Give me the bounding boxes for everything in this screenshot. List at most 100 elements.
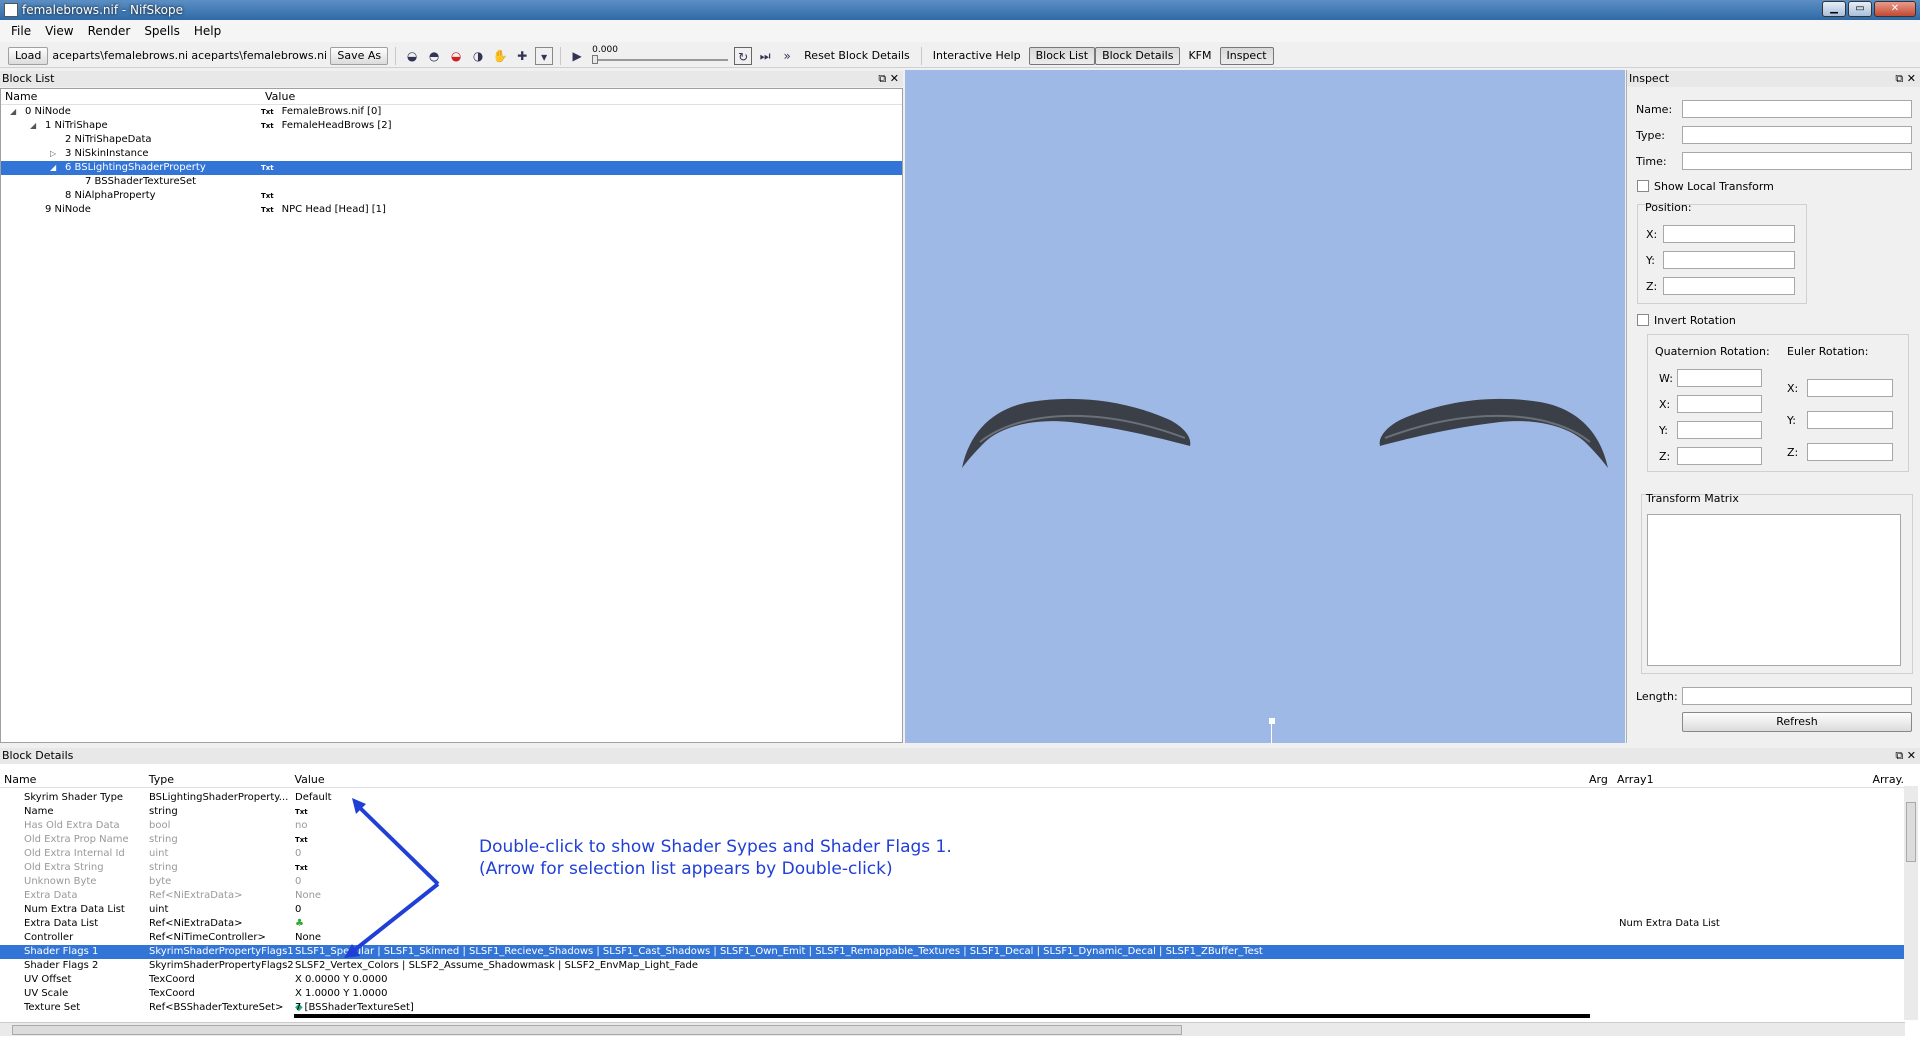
horizontal-scrollbar[interactable] <box>0 1022 1905 1036</box>
save-as-button[interactable]: Save As <box>330 46 389 65</box>
col-array[interactable]: Array. <box>1868 772 1904 787</box>
tree-row[interactable]: ◢ 1 NiTriShape Txt FemaleHeadBrows [2] <box>1 119 902 133</box>
float-icon[interactable]: ⧉ <box>878 72 886 85</box>
time-slider-thumb[interactable] <box>592 54 599 64</box>
tree-row-selected[interactable]: ◢ 6 BSLightingShaderProperty Txt <box>1 161 902 175</box>
close-button[interactable]: ✕ <box>1874 1 1916 17</box>
type-field[interactable] <box>1682 126 1912 144</box>
load-button[interactable]: Load <box>8 46 49 65</box>
quat-x-field[interactable] <box>1677 395 1762 413</box>
col-arg[interactable]: Arg <box>1585 772 1613 787</box>
save-path-field[interactable] <box>191 46 327 65</box>
col-array1[interactable]: Array1 <box>1613 772 1869 787</box>
detail-row[interactable]: Texture Set Ref<BSShaderTextureSet> ◆ 7 [B… <box>0 1001 1904 1015</box>
menu-spells[interactable]: Spells <box>137 24 187 38</box>
tree-row[interactable]: 9 NiNode Txt NPC Head [Head] [1] <box>1 203 902 217</box>
collapse-icon[interactable]: ◢ <box>10 105 16 119</box>
annotation-text: Double-click to show Shader Sypes and Sh… <box>479 836 952 880</box>
col-value[interactable]: Value <box>261 89 295 104</box>
transform-matrix-field[interactable] <box>1647 514 1901 666</box>
detail-row[interactable]: Name string Txt <box>0 805 1904 819</box>
quat-w-label: W: <box>1659 372 1673 385</box>
detail-row[interactable]: Controller Ref<NiTimeController> None <box>0 931 1904 945</box>
pos-z-field[interactable] <box>1663 277 1795 295</box>
detail-row[interactable]: Skyrim Shader Type BSLightingShaderProper… <box>0 791 1904 805</box>
col-value[interactable]: Value <box>290 772 1585 787</box>
time-slider[interactable]: 0.000 <box>590 45 730 66</box>
detail-row-selected[interactable]: Shader Flags 1 SkyrimShaderPropertyFlags1… <box>0 945 1904 959</box>
kfm-toggle[interactable]: KFM <box>1184 49 1215 62</box>
play-icon[interactable]: ▶ <box>568 47 586 65</box>
collapse-icon[interactable]: ◢ <box>50 161 56 175</box>
float-icon[interactable]: ⧉ <box>1895 749 1903 762</box>
view-front-icon[interactable]: ◒ <box>403 47 421 65</box>
invert-rotation-checkbox[interactable] <box>1637 314 1649 326</box>
scroll-thumb[interactable] <box>1906 802 1916 862</box>
close-panel-icon[interactable]: ✕ <box>890 72 899 85</box>
menu-view[interactable]: View <box>38 24 80 38</box>
loop-icon[interactable]: ↻ <box>734 46 753 65</box>
name-field[interactable] <box>1682 100 1912 118</box>
menu-render[interactable]: Render <box>81 24 138 38</box>
close-panel-icon[interactable]: ✕ <box>1907 72 1916 85</box>
vertical-scrollbar[interactable] <box>1904 786 1918 1020</box>
detail-row[interactable]: Num Extra Data List uint 0 <box>0 903 1904 917</box>
pos-y-field[interactable] <box>1663 251 1795 269</box>
detail-row[interactable]: UV Scale TexCoord X 1.0000 Y 1.0000 <box>0 987 1904 1001</box>
close-panel-icon[interactable]: ✕ <box>1907 749 1916 762</box>
inspect-toggle[interactable]: Inspect <box>1219 46 1274 65</box>
quat-w-field[interactable] <box>1677 369 1762 387</box>
view-user-icon[interactable]: ◑ <box>469 47 487 65</box>
col-name[interactable]: Name <box>0 772 145 787</box>
collapse-icon[interactable]: ◢ <box>30 119 36 133</box>
detail-row[interactable]: Extra Data Ref<NiExtraData> None <box>0 889 1904 903</box>
col-type[interactable]: Type <box>145 772 291 787</box>
view-top-icon[interactable]: ◒ <box>447 47 465 65</box>
menu-help[interactable]: Help <box>187 24 228 38</box>
detail-row[interactable]: Old Extra String string Txt <box>0 861 1904 875</box>
show-local-transform-label: Show Local Transform <box>1654 180 1774 193</box>
scroll-thumb[interactable] <box>12 1025 1182 1035</box>
euler-z-field[interactable] <box>1807 443 1893 461</box>
detail-row[interactable]: Old Extra Prop Name string Txt <box>0 833 1904 847</box>
detail-row[interactable]: Shader Flags 2 SkyrimShaderPropertyFlags2… <box>0 959 1904 973</box>
interactive-help-button[interactable]: Interactive Help <box>929 49 1025 62</box>
axes-icon[interactable]: ✚ <box>513 47 531 65</box>
tree-row[interactable]: 2 NiTriShapeData <box>1 133 902 147</box>
euler-x-field[interactable] <box>1807 379 1893 397</box>
render-viewport[interactable] <box>905 70 1625 743</box>
block-list-toggle[interactable]: Block List <box>1028 46 1096 65</box>
time-field[interactable] <box>1682 152 1912 170</box>
col-name[interactable]: Name <box>1 89 261 104</box>
tree-row[interactable]: 8 NiAlphaProperty Txt <box>1 189 902 203</box>
tree-row[interactable]: ▷ 3 NiSkinInstance <box>1 147 902 161</box>
toolbar-separator <box>560 46 562 65</box>
minimize-button[interactable]: ▁ <box>1822 1 1846 17</box>
expand-icon[interactable]: ▷ <box>50 147 56 161</box>
menu-file[interactable]: File <box>4 24 38 38</box>
detail-row[interactable]: Extra Data List Ref<NiExtraData> ♣ Num Extr… <box>0 917 1904 931</box>
quat-y-field[interactable] <box>1677 421 1762 439</box>
refresh-button[interactable]: Refresh <box>1682 712 1912 732</box>
load-path-field[interactable] <box>52 46 188 65</box>
float-icon[interactable]: ⧉ <box>1895 72 1903 85</box>
maximize-button[interactable]: ▭ <box>1848 1 1872 17</box>
length-field[interactable] <box>1682 687 1912 705</box>
tree-row[interactable]: ◢ 0 NiNode Txt FemaleBrows.nif [0] <box>1 105 902 119</box>
detail-row[interactable]: UV Offset TexCoord X 0.0000 Y 0.0000 <box>0 973 1904 987</box>
pos-x-field[interactable] <box>1663 225 1795 243</box>
show-local-transform-checkbox[interactable] <box>1637 180 1649 192</box>
block-details-toggle[interactable]: Block Details <box>1095 46 1181 65</box>
switch-icon[interactable]: ⏭ <box>756 47 774 65</box>
detail-row[interactable]: Unknown Byte byte 0 <box>0 875 1904 889</box>
view-side-icon[interactable]: ◓ <box>425 47 443 65</box>
detail-row[interactable]: Old Extra Internal Id uint 0 <box>0 847 1904 861</box>
more-icon[interactable]: » <box>778 47 796 65</box>
dropdown-arrow-icon[interactable]: ▾ <box>535 46 554 65</box>
tree-row[interactable]: 7 BSShaderTextureSet <box>1 175 902 189</box>
reset-block-details-button[interactable]: Reset Block Details <box>800 49 914 62</box>
euler-y-field[interactable] <box>1807 411 1893 429</box>
quat-z-field[interactable] <box>1677 447 1762 465</box>
walk-icon[interactable]: ✋ <box>491 47 509 65</box>
detail-row[interactable]: Has Old Extra Data bool no <box>0 819 1904 833</box>
